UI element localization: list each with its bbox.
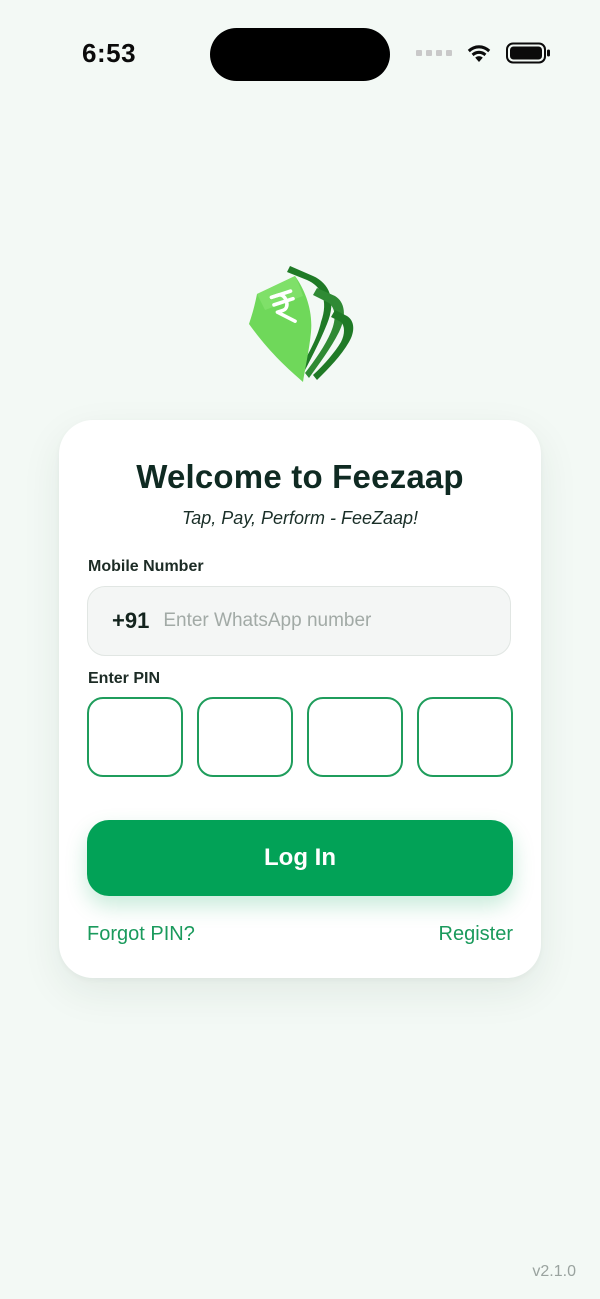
tagline: Tap, Pay, Perform - FeeZaap! (181, 508, 419, 528)
pin-input-group (87, 697, 513, 777)
wifi-icon (466, 43, 492, 63)
country-code: +91 (112, 608, 150, 633)
register-link[interactable]: Register (439, 923, 513, 946)
dynamic-island (210, 28, 390, 81)
pin-label: Enter PIN (88, 670, 161, 687)
status-time: 6:53 (82, 38, 137, 68)
app-version: v2.1.0 (532, 1263, 576, 1280)
mobile-number-label: Mobile Number (88, 558, 204, 575)
pin-digit-1[interactable] (87, 697, 183, 777)
cellular-signal-icon (416, 50, 452, 56)
feezaap-logo-icon (243, 260, 361, 386)
mobile-number-field: +91 (87, 586, 511, 656)
status-indicators (416, 42, 552, 64)
forgot-pin-link[interactable]: Forgot PIN? (87, 923, 195, 946)
pin-digit-3[interactable] (307, 697, 403, 777)
mobile-number-input[interactable] (163, 610, 464, 632)
status-bar: 6:53 (0, 0, 600, 108)
pin-digit-4[interactable] (417, 697, 513, 777)
welcome-title: Welcome to Feezaap (136, 458, 464, 495)
login-button[interactable]: Log In (87, 820, 513, 896)
login-card: Welcome to Feezaap Tap, Pay, Perform - F… (59, 420, 541, 978)
battery-icon (506, 42, 552, 64)
pin-digit-2[interactable] (197, 697, 293, 777)
